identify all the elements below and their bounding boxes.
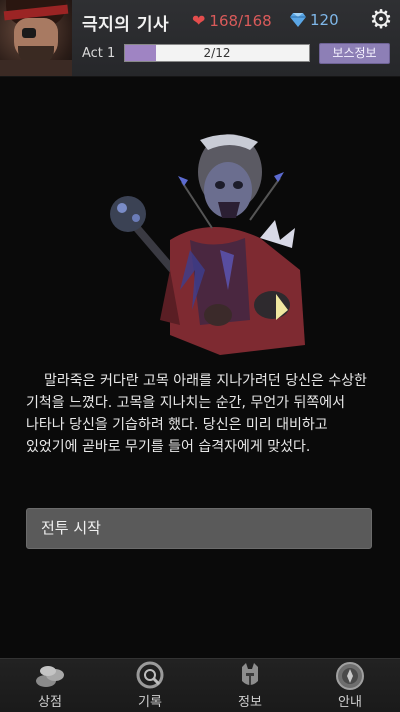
nav-info-label: 정보 [238, 695, 262, 710]
story-text: 말라죽은 커다란 고목 아래를 지나가려던 당신은 수상한 기척을 느꼈다. 고… [26, 373, 367, 455]
enemy-illustration [110, 134, 305, 355]
nav-guide[interactable]: 안내 [300, 659, 400, 712]
compass-icon [336, 662, 364, 690]
nav-info[interactable]: 정보 [200, 659, 300, 712]
hp-value: 168/168 [209, 11, 272, 30]
magnifier-icon [136, 661, 164, 689]
bottom-nav: 상점 기록 정보 안내 [0, 658, 400, 712]
gem-display: 120 [290, 11, 339, 29]
hp-display: ❤ 168/168 [192, 11, 272, 30]
nav-record-label: 기록 [138, 695, 162, 710]
diamond-icon [290, 13, 306, 27]
gear-icon[interactable]: ⚙ [367, 6, 395, 34]
heart-icon: ❤ [192, 11, 206, 30]
nav-shop[interactable]: 상점 [0, 659, 100, 712]
nav-shop-label: 상점 [38, 695, 62, 710]
coins-icon [36, 666, 64, 687]
top-bar: 극지의 기사 ❤ 168/168 120 ⚙ Act 1 2/12 보스정보 [0, 0, 400, 77]
player-title: 극지의 기사 [82, 15, 170, 35]
act-progress-bar: 2/12 [124, 44, 310, 62]
helmet-icon [242, 663, 258, 685]
start-battle-button[interactable]: 전투 시작 [26, 508, 372, 549]
nav-guide-label: 안내 [338, 695, 362, 710]
act-label: Act 1 [82, 46, 116, 61]
boss-info-button[interactable]: 보스정보 [319, 43, 390, 64]
progress-text: 2/12 [203, 46, 231, 60]
gem-value: 120 [310, 11, 339, 29]
player-portrait[interactable] [0, 0, 72, 76]
nav-record[interactable]: 기록 [100, 659, 200, 712]
